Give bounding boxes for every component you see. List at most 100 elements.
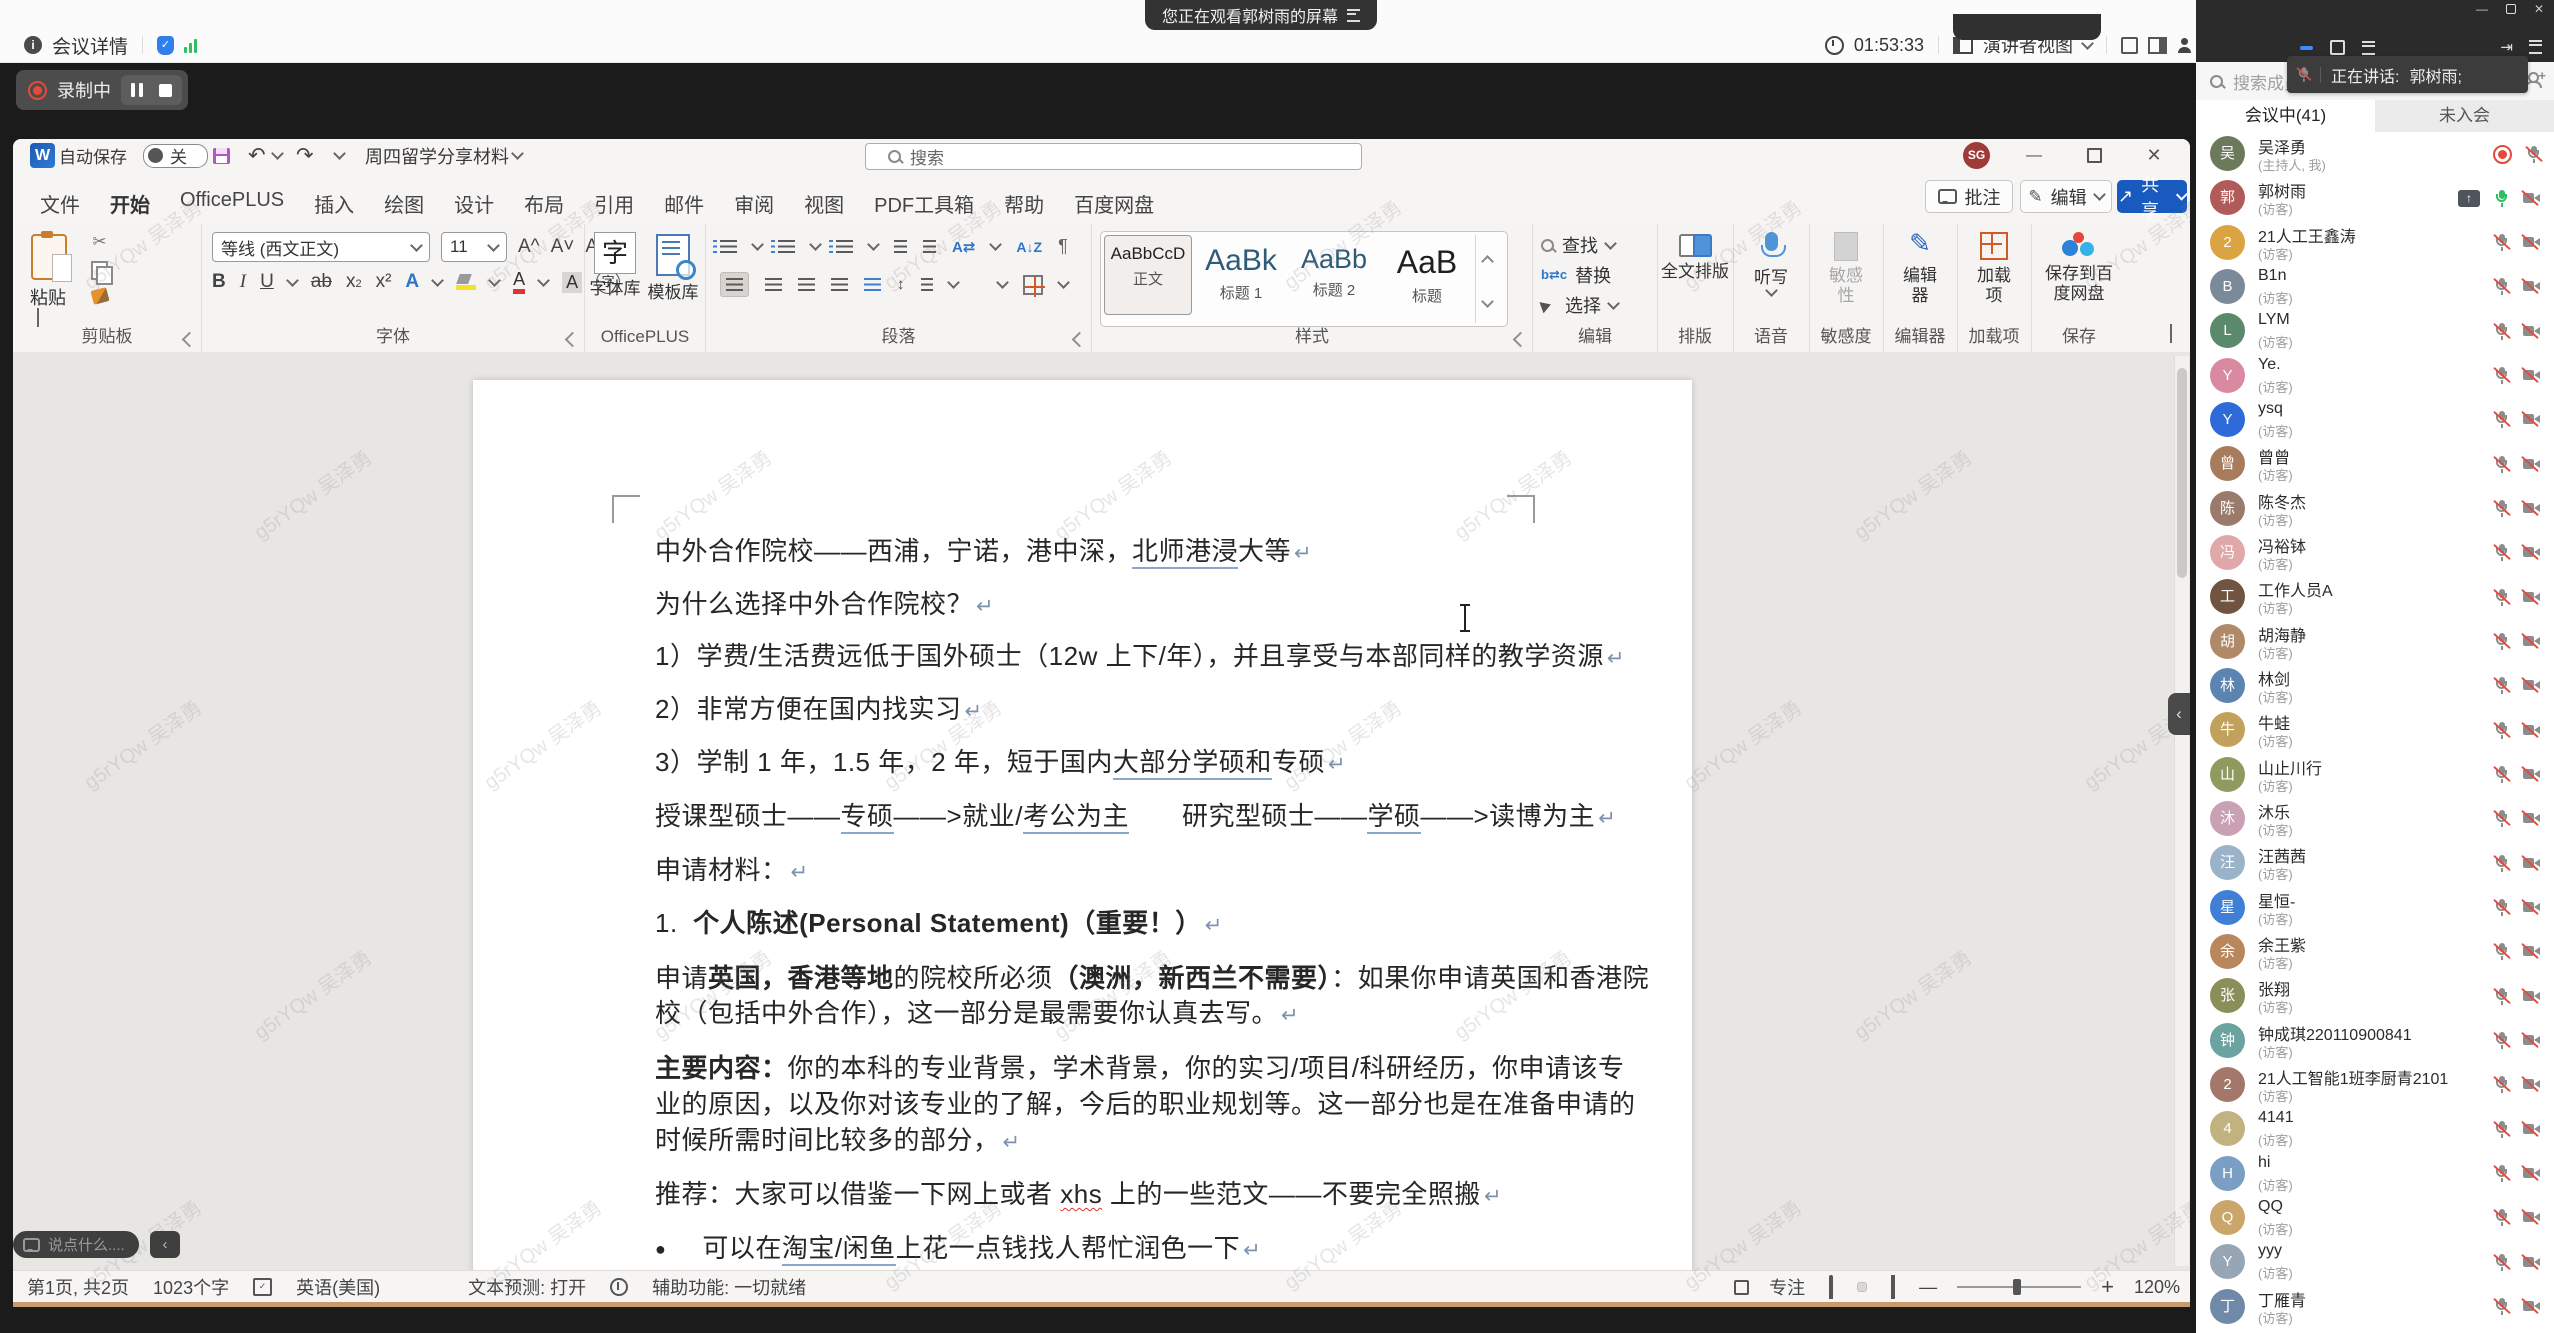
addins-icon[interactable] (1980, 232, 2008, 260)
zoom-in-button[interactable]: + (2101, 1274, 2114, 1300)
participant-row[interactable]: Yyyy(访客) (2196, 1240, 2554, 1284)
editor-button[interactable]: 编辑器 (1900, 266, 1940, 306)
participant-row[interactable]: 吴吴泽勇(主持人, 我) (2196, 132, 2554, 176)
editor-icon[interactable]: ✎ (1909, 228, 1931, 258)
panel-pop-out-icon[interactable] (2330, 40, 2345, 55)
word-count[interactable]: 1023个字 (153, 1274, 229, 1300)
participant-row[interactable]: 221人工智能1班李厨青210110900508(访客) (2196, 1063, 2554, 1107)
font-color-icon[interactable]: A (513, 270, 525, 294)
participant-row[interactable]: 余余王紫(访客) (2196, 930, 2554, 974)
show-marks-icon[interactable]: ¶ (1058, 236, 1068, 257)
align-center-icon[interactable] (765, 278, 782, 291)
zoom-slider[interactable] (1957, 1286, 2081, 1288)
text-effects-icon[interactable]: A (405, 271, 419, 293)
participant-row[interactable]: 丁丁雁青(访客) (2196, 1285, 2554, 1329)
ribbon-tab[interactable]: 布局 (509, 182, 579, 225)
proofing-icon[interactable]: ✓ (253, 1278, 272, 1296)
focus-button[interactable]: 专注 (1769, 1274, 1805, 1300)
read-mode-icon[interactable] (1829, 1275, 1833, 1299)
participant-row[interactable]: 44141(访客) (2196, 1107, 2554, 1151)
asian-layout-icon[interactable]: A⇄ (952, 238, 975, 256)
borders-icon[interactable] (1023, 275, 1043, 295)
tab-in-meeting[interactable]: 会议中(41) (2196, 100, 2375, 132)
copy-icon[interactable] (91, 261, 108, 280)
panel-menu-icon[interactable] (2529, 40, 2542, 54)
panel-collapse-handle[interactable]: ‹ (2168, 693, 2190, 735)
save-icon[interactable] (213, 148, 230, 164)
participant-row[interactable]: 曾曾曾(访客) (2196, 442, 2554, 486)
ribbon-tab[interactable]: 文件 (25, 182, 95, 225)
tab-not-joined[interactable]: 未入会 (2375, 100, 2554, 132)
side-panel-icon[interactable] (2148, 37, 2167, 54)
save-to-baidu-button[interactable]: 保存到百度网盘 (2041, 264, 2117, 304)
share-button[interactable]: ↗ 共享 (2117, 180, 2187, 213)
window-maximize-button[interactable] (2072, 139, 2116, 172)
close-icon[interactable]: ✕ (2534, 2, 2544, 16)
template-library-button[interactable]: 模板库 (645, 278, 701, 303)
participant-row[interactable]: 郭郭树雨(访客)↑ (2196, 176, 2554, 220)
styles-scroll[interactable] (1475, 235, 1498, 323)
cut-icon[interactable]: ✂ (92, 232, 106, 252)
document-title[interactable]: 周四留学分享材料 (365, 139, 509, 172)
participant-row[interactable]: 胡胡海静(访客) (2196, 620, 2554, 664)
participant-row[interactable]: 沐沐乐(访客) (2196, 797, 2554, 841)
character-shading-icon[interactable]: A (562, 272, 582, 293)
subscript-icon[interactable]: x2 (346, 271, 362, 293)
banner-menu-icon[interactable] (1347, 9, 1360, 22)
participant-row[interactable]: 汪汪茜茜(访客) (2196, 841, 2554, 885)
replace-button[interactable]: 替换 (1575, 262, 1611, 288)
line-spacing-icon[interactable]: ↕ (897, 276, 905, 293)
ribbon-tab[interactable]: 插入 (299, 182, 369, 225)
dictate-icon[interactable] (1765, 232, 1778, 251)
format-painter-icon[interactable] (90, 287, 109, 305)
underline-icon[interactable]: U (260, 271, 274, 293)
font-library-icon[interactable]: 字 (594, 232, 636, 274)
text-prediction[interactable]: 文本预测: 打开 (468, 1274, 586, 1300)
participant-row[interactable]: YYe.(访客) (2196, 354, 2554, 398)
style-chip[interactable]: AaBb标题 2 (1290, 235, 1378, 315)
participant-list[interactable]: 吴吴泽勇(主持人, 我)郭郭树雨(访客)↑221人工王鑫涛(访客)BB1n(访客… (2196, 132, 2554, 1333)
security-shield-icon[interactable]: ✓ (157, 36, 174, 55)
grow-font-icon[interactable]: A^ (518, 236, 540, 258)
participant-row[interactable]: LLYM(访客) (2196, 309, 2554, 353)
ribbon-tab[interactable]: PDF工具箱 (859, 182, 989, 225)
distribute-icon[interactable] (864, 278, 881, 291)
participant-row[interactable]: 山山止川行(访客) (2196, 753, 2554, 797)
fullscreen-icon[interactable] (2121, 37, 2138, 54)
document-area[interactable]: 中外合作院校——西浦，宁诺，港中深，北师港浸大等↵为什么选择中外合作院校？↵1）… (13, 352, 2190, 1270)
strikethrough-icon[interactable]: ab (311, 271, 332, 293)
word-logo[interactable]: W (30, 143, 55, 168)
zoom-slider-thumb[interactable] (2013, 1279, 2021, 1295)
quick-access-more-icon[interactable] (333, 147, 346, 160)
accessibility-status[interactable]: 辅助功能: 一切就绪 (652, 1274, 806, 1300)
participant-row[interactable]: BB1n(访客) (2196, 265, 2554, 309)
participant-row[interactable]: 钟钟成琪220110900841(访客) (2196, 1019, 2554, 1063)
ribbon-tab[interactable]: 帮助 (989, 182, 1059, 225)
ribbon-tab[interactable]: 视图 (789, 182, 859, 225)
ribbon-tab[interactable]: 绘图 (369, 182, 439, 225)
web-layout-icon[interactable] (1891, 1275, 1895, 1299)
ribbon-tab[interactable]: 设计 (439, 182, 509, 225)
decrease-indent-icon[interactable] (894, 240, 907, 253)
participant-row[interactable]: 张张翔(访客) (2196, 974, 2554, 1018)
zoom-level[interactable]: 120% (2134, 1277, 2180, 1298)
ribbon-tab[interactable]: 引用 (579, 182, 649, 225)
window-minimize-button[interactable]: — (2012, 139, 2056, 172)
account-avatar[interactable]: SG (1963, 142, 1990, 169)
participant-row[interactable]: 工工作人员A(访客) (2196, 575, 2554, 619)
panel-collapse-icon[interactable]: ⇥ (2500, 38, 2513, 56)
align-left-icon[interactable] (726, 278, 743, 291)
panel-list-icon[interactable] (2362, 41, 2375, 55)
style-chip[interactable]: AaBk标题 1 (1197, 235, 1285, 315)
ribbon-tab[interactable]: 百度网盘 (1059, 182, 1169, 225)
panel-minimize-icon[interactable] (2300, 46, 2313, 50)
scrollbar-thumb[interactable] (2177, 368, 2187, 578)
bullets-icon[interactable] (720, 240, 737, 253)
participant-row[interactable]: Hhi(访客) (2196, 1152, 2554, 1196)
window-close-button[interactable]: ✕ (2132, 139, 2176, 172)
superscript-icon[interactable]: x² (376, 271, 392, 293)
autosave-toggle[interactable]: 关 (143, 144, 208, 168)
title-dropdown-icon[interactable] (511, 147, 524, 160)
meeting-details-button[interactable]: 会议详情 (52, 32, 128, 59)
zoom-out-button[interactable]: — (1919, 1277, 1937, 1298)
